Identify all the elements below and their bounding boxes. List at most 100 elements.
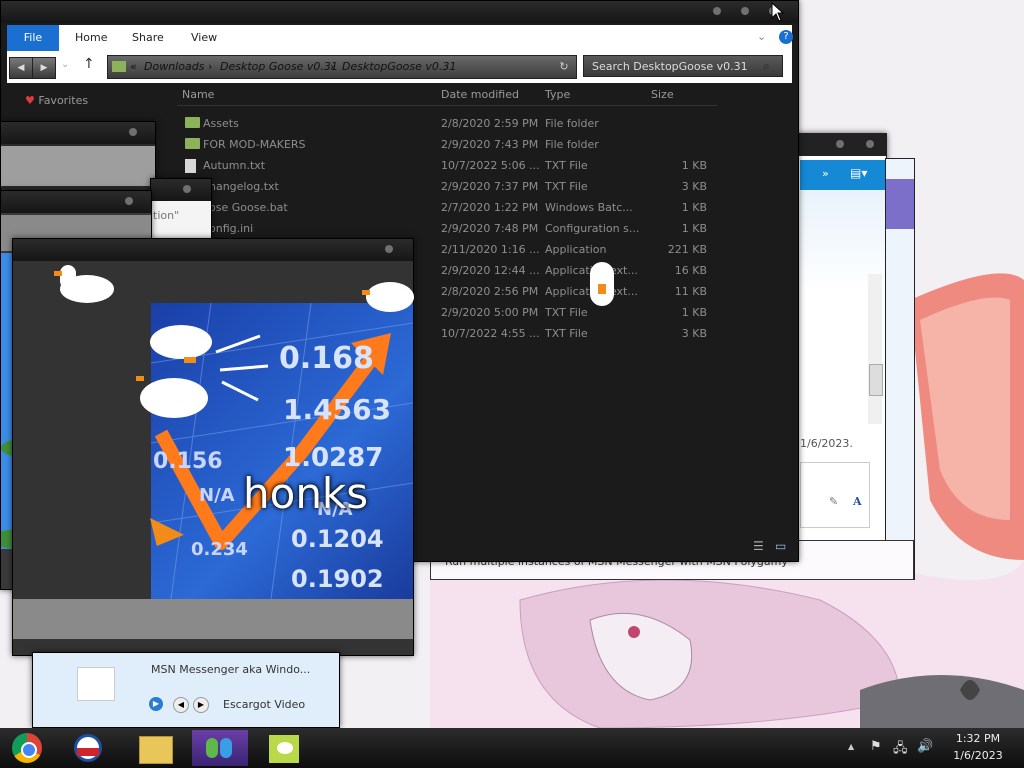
font-icon[interactable]: A [853,495,862,508]
recent-locations-icon[interactable]: ⌄ [61,59,69,70]
close-button[interactable] [183,185,191,193]
back-button[interactable]: ◀ [9,57,33,79]
file-size: 221 KB [667,243,707,256]
pen-icon[interactable]: ✎ [829,495,838,508]
explorer-titlebar [1,1,798,23]
volume-icon[interactable]: 🔊 [917,739,933,754]
video-label: Escargot Video [223,698,306,711]
honk-lines [215,334,269,402]
file-size: 1 KB [681,201,707,214]
breadcrumb-downloads[interactable]: Downloads [144,56,204,78]
search-icon[interactable]: ⌕ [763,59,770,74]
message-input[interactable]: ✎ A [800,462,870,528]
close-button[interactable] [866,140,874,148]
file-size: 1 KB [681,306,707,319]
file-name: FOR MOD-MAKERS [203,138,306,151]
clock-time[interactable]: 1:32 PM [948,732,1008,745]
taskbar-app-chrome[interactable] [0,730,56,766]
ticker-number: 0.234 [191,539,248,560]
prev-icon[interactable]: ◀ [173,697,189,713]
more-icon[interactable]: » [822,167,829,180]
folder-icon [185,117,200,128]
column-header-date[interactable]: Date modified [441,88,519,101]
up-arrow-icon[interactable]: ↑ [83,56,95,72]
column-header-size[interactable]: Size [651,88,674,101]
tab-share[interactable]: Share [132,25,164,51]
column-header-name[interactable]: Name [182,88,214,101]
file-date: 2/9/2020 7:37 PM [441,180,539,193]
tray-overflow-icon[interactable]: ▲ [848,742,854,751]
file-icon [185,159,196,173]
breadcrumb-desktop-goose[interactable]: Desktop Goose v0.31 [220,56,338,78]
file-type: TXT File [545,159,588,172]
network-icon[interactable]: 🖧 [893,739,908,761]
play-icon[interactable]: ▶ [149,697,163,711]
minimize-button[interactable] [836,140,844,148]
tab-file[interactable]: File [7,25,59,51]
minimize-button[interactable] [713,7,721,15]
video-window[interactable]: MSN Messenger aka Windo... ▶ ◀ ▶ Escargo… [32,652,340,728]
file-size: 1 KB [681,222,707,235]
window-footer [13,599,413,639]
file-date: 10/7/2022 4:55 ... [441,327,540,340]
close-button[interactable] [125,197,133,205]
taskbar-app-explorer[interactable] [127,730,183,766]
next-icon[interactable]: ▶ [193,697,209,713]
messenger-back-window [885,158,915,580]
file-type: File folder [545,117,599,130]
close-button[interactable] [129,128,137,136]
scroll-thumb[interactable] [869,364,883,396]
help-icon[interactable]: ? [779,30,793,44]
ticker-number: 0.168 [279,341,374,376]
heart-icon: ♥ [25,94,35,107]
messenger-scrollbar[interactable] [868,274,883,424]
address-input[interactable]: « Downloads › Desktop Goose v0.31 › Desk… [107,55,577,79]
titlebar [13,239,413,261]
refresh-icon[interactable]: ↻ [554,56,574,78]
taskbar: ▲ ⚑ 🖧 🔊 1:32 PM 1/6/2023 [0,728,1024,768]
message-date: 1/6/2023. [800,437,853,450]
clock-date[interactable]: 1/6/2023 [948,749,1008,762]
favorites-header[interactable]: ♥ Favorites [25,94,88,107]
file-size: 3 KB [681,180,707,193]
breadcrumb-overflow[interactable]: « [130,56,137,78]
file-type: File folder [545,138,599,151]
back-window-1[interactable] [0,121,156,193]
large-icons-view-icon[interactable]: ▭ [775,539,786,553]
tab-view[interactable]: View [191,25,217,51]
expand-ribbon-icon[interactable]: ⌄ [757,30,766,43]
header-divider [177,105,717,106]
action-center-flag-icon[interactable]: ⚑ [870,739,882,754]
titlebar [1,191,151,213]
file-name: onfig.ini [209,222,254,235]
file-size: 16 KB [674,264,707,277]
video-title: MSN Messenger aka Windo... [151,663,311,676]
breadcrumb-desktopgoose[interactable]: DesktopGoose v0.31 [342,56,456,78]
file-date: 2/9/2020 12:44 ... [441,264,540,277]
messenger-window[interactable]: » ▤▾ 1/6/2023. ✎ A [795,133,887,555]
taskbar-app-ie[interactable] [60,730,116,766]
file-date: 2/7/2020 1:22 PM [441,201,539,214]
close-button[interactable] [385,245,393,253]
file-name: Autumn.txt [203,159,266,172]
notepad-text: tion" [153,209,180,222]
column-header-type[interactable]: Type [545,88,570,101]
file-type: TXT File [545,180,588,193]
options-icon[interactable]: ▤▾ [850,166,867,180]
details-view-icon[interactable]: ☰ [753,539,764,553]
ticker-number: 0.156 [153,449,223,474]
forward-button[interactable]: ▶ [32,57,56,79]
folder-icon [139,736,173,764]
taskbar-app-messenger[interactable] [192,730,248,766]
file-size: 1 KB [681,159,707,172]
taskbar-app-goose[interactable] [257,730,313,766]
folder-icon [185,138,200,149]
file-date: 2/8/2020 2:56 PM [441,285,539,298]
file-type: TXT File [545,306,588,319]
maximize-button[interactable] [741,7,749,15]
search-input[interactable]: Search DesktopGoose v0.31 [583,55,783,77]
file-size: 11 KB [674,285,707,298]
tab-home[interactable]: Home [75,25,107,51]
titlebar [1,122,155,144]
file-size: 3 KB [681,327,707,340]
